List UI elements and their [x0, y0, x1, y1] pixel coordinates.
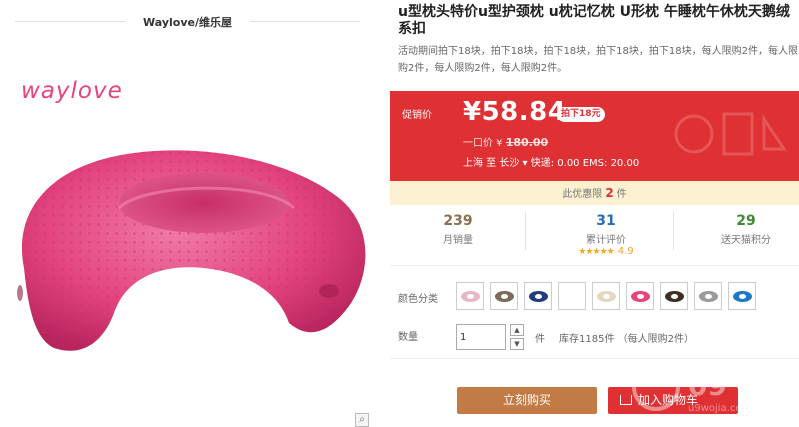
pillow-thumbnail-icon	[733, 291, 752, 302]
quantity-input[interactable]	[456, 324, 506, 350]
color-swatch-grey[interactable]	[694, 282, 722, 310]
pillow-thumbnail-icon	[699, 291, 718, 302]
pillow-image	[17, 150, 366, 351]
pillow-thumbnail-icon	[631, 291, 650, 302]
color-swatch-dark-brown[interactable]	[660, 282, 688, 310]
promo-badge: 拍下18元	[557, 107, 605, 122]
pillow-thumbnail-icon	[495, 291, 514, 302]
promo-label: 促销价	[402, 110, 432, 121]
divider-right	[250, 21, 360, 22]
promo-box: 促销价 ¥58.84 拍下18元 一口价 ¥ 180.00 上海 至 长沙 ▾ …	[390, 91, 799, 181]
watermark-sub: u9wojia.com	[688, 403, 751, 414]
shipping-info[interactable]: 上海 至 长沙 ▾ 快递: 0.00 EMS: 20.00	[463, 154, 639, 169]
product-image[interactable]: waylove	[4, 58, 374, 418]
original-price-label: 一口价 ¥	[463, 138, 503, 149]
pillow-thumbnail-icon	[461, 291, 480, 302]
pillow-thumbnail-icon	[665, 291, 684, 302]
buy-now-button[interactable]: 立刻购买	[457, 387, 597, 414]
reviews-label: 累计评价	[586, 235, 626, 246]
quantity-increase-button[interactable]: ▲	[510, 324, 524, 336]
brand-logo: waylove	[21, 78, 123, 104]
reviews-count: 31	[596, 213, 616, 229]
stock-info: 库存1185件 （每人限购2件）	[559, 334, 694, 345]
color-swatch-rose[interactable]	[626, 282, 654, 310]
shop-header: Waylove/维乐屋	[15, 10, 360, 32]
product-subtitle: 活动期间拍下18块，拍下18块，拍下18块，拍下18块，拍下18块，每人限购2件…	[398, 46, 798, 74]
color-swatch-coffee[interactable]	[490, 282, 518, 310]
limit-count: 2	[605, 186, 614, 200]
rating-value: 4.9	[617, 246, 634, 257]
quantity-unit: 件	[535, 334, 545, 345]
total-reviews[interactable]: 31 累计评价 ★★★★★ 4.9	[538, 208, 674, 260]
quantity-label: 数量	[398, 332, 418, 343]
promo-decoration-icon	[674, 112, 787, 156]
color-selector: 颜色分类	[390, 282, 799, 316]
quantity-decrease-button[interactable]: ▼	[510, 338, 524, 350]
color-swatch-light-pink[interactable]	[456, 282, 484, 310]
stat-divider	[673, 212, 674, 250]
product-title: u型枕头特价u型护颈枕 u枕记忆枕 U形枕 午睡枕午休枕天鹅绒系扣	[398, 4, 790, 37]
zoom-icon[interactable]: ⌕	[355, 413, 369, 427]
limit-suffix: 件	[616, 189, 627, 200]
sales-count: 239	[443, 213, 473, 229]
shop-name[interactable]: Waylove/维乐屋	[15, 14, 360, 30]
site-watermark-icon: 09 u9wojia.com	[632, 363, 751, 414]
pillow-thumbnail-icon	[597, 291, 616, 302]
sales-label: 月销量	[443, 235, 473, 246]
rating-stars-icon: ★★★★★	[578, 247, 614, 257]
quantity-selector: 数量 ▲ ▼ 件 库存1185件 （每人限购2件）	[390, 320, 799, 354]
promo-price: ¥58.84	[463, 97, 567, 127]
stat-divider	[525, 212, 526, 250]
original-price-value: 180.00	[505, 136, 549, 149]
color-swatch-beige[interactable]	[592, 282, 620, 310]
stats-row: 239 月销量 31 累计评价 ★★★★★ 4.9 29 送天猫积分	[390, 208, 799, 260]
color-swatch-navy[interactable]	[524, 282, 552, 310]
points-label: 送天猫积分	[721, 235, 771, 246]
monthly-sales: 239 月销量	[390, 208, 526, 260]
limit-prefix: 此优惠限	[562, 189, 603, 200]
product-gallery: Waylove/维乐屋 waylove ⌕	[0, 0, 383, 427]
watermark-text: 09	[688, 369, 727, 402]
pillow-thumbnail-icon	[529, 291, 548, 302]
points-count: 29	[736, 213, 756, 229]
tmall-points: 29 送天猫积分	[678, 208, 799, 260]
color-label: 颜色分类	[398, 294, 438, 305]
divider	[390, 265, 799, 266]
color-swatch-blue[interactable]	[728, 282, 756, 310]
rating-row: ★★★★★ 4.9	[538, 246, 674, 257]
original-price: 一口价 ¥ 180.00	[463, 134, 548, 149]
purchase-limit-bar: 此优惠限 2 件	[390, 181, 799, 205]
color-swatch-blank[interactable]	[558, 282, 586, 310]
